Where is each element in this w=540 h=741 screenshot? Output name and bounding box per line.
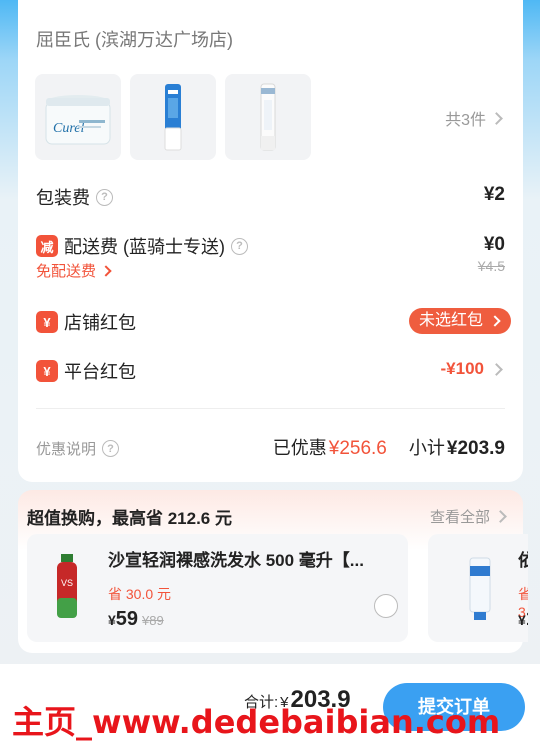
subtotal-value: ¥203.9 bbox=[446, 438, 505, 459]
subtotal-label: 小计 bbox=[408, 438, 445, 458]
deal-select-radio[interactable] bbox=[374, 594, 398, 618]
deal-saving: 省 30.0 元 bbox=[108, 586, 172, 602]
help-icon: ? bbox=[102, 440, 120, 457]
platform-coupon-value: -¥100 bbox=[440, 359, 484, 378]
select-store-coupon-label: 未选红包 bbox=[418, 312, 483, 329]
deal-price: ¥59 ¥89 bbox=[108, 608, 164, 631]
deal-product-name: 沙宣轻润裸感洗发水 500 毫升【... bbox=[108, 551, 364, 570]
order-card: 屈臣氏 (滨湖万达广场店) Curel 共3件 包装费 ? ¥2 减 配送费 (… bbox=[18, 0, 523, 482]
promo-note[interactable]: 优惠说明 ? bbox=[36, 438, 120, 459]
product-image-uriage-cream bbox=[469, 557, 491, 620]
platform-coupon-value-link[interactable]: -¥100 bbox=[440, 359, 503, 379]
product-thumb-curel[interactable]: Curel bbox=[35, 74, 121, 160]
delivery-original-price: ¥4.5 bbox=[477, 258, 505, 274]
platform-coupon-row[interactable]: ¥ 平台红包 bbox=[36, 358, 136, 384]
chevron-right-icon bbox=[490, 362, 503, 376]
delivery-fee-value: ¥0 bbox=[483, 234, 505, 255]
chevron-right-icon bbox=[490, 111, 503, 125]
store-name[interactable]: 屈臣氏 (滨湖万达广场店) bbox=[36, 26, 233, 52]
platform-coupon-label: 平台红包 bbox=[64, 362, 136, 382]
order-summary: 已优惠 ¥256.6 小计 ¥203.9 bbox=[273, 434, 505, 460]
product-count[interactable]: 共3件 bbox=[445, 106, 503, 130]
see-all-label: 查看全部 bbox=[429, 509, 490, 526]
discounted-value: ¥256.6 bbox=[328, 438, 387, 459]
delivery-fee-row: 减 配送费 (蓝骑士专送) ? bbox=[36, 233, 248, 259]
free-delivery-link[interactable]: 免配送费 bbox=[36, 260, 112, 281]
deal-price-currency: ¥ bbox=[518, 612, 526, 628]
free-delivery-label: 免配送费 bbox=[36, 263, 97, 280]
store-coupon-label: 店铺红包 bbox=[64, 313, 136, 333]
chevron-right-icon bbox=[494, 510, 507, 523]
help-icon[interactable]: ? bbox=[231, 237, 248, 255]
product-thumb-uriage[interactable] bbox=[225, 74, 311, 160]
svg-text:VS: VS bbox=[61, 578, 73, 588]
delivery-fee-label: 配送费 (蓝骑士专送) bbox=[64, 237, 225, 257]
promo-note-label: 优惠说明 bbox=[36, 441, 97, 458]
help-icon[interactable]: ? bbox=[96, 188, 113, 206]
product-thumb-lip-balm[interactable] bbox=[130, 74, 216, 160]
watermark-text: 主页_www.dedebaibian.com bbox=[12, 703, 501, 741]
svg-text:Curel: Curel bbox=[53, 121, 84, 136]
discounted-label: 已优惠 bbox=[272, 438, 327, 458]
deal-price: ¥19 bbox=[518, 608, 528, 631]
upgrade-deals-card: 超值换购，最高省 212.6 元 查看全部 VS 沙宣轻润裸感洗发水 500 毫… bbox=[18, 490, 528, 653]
deal-item[interactable]: 依泉 省 3 ¥19 bbox=[428, 534, 528, 642]
see-all-link[interactable]: 查看全部 bbox=[429, 506, 507, 527]
deal-price-value: 19 bbox=[526, 608, 528, 630]
store-coupon-row[interactable]: ¥ 店铺红包 bbox=[36, 309, 136, 335]
packaging-fee-value: ¥2 bbox=[483, 184, 505, 205]
deal-price-currency: ¥ bbox=[108, 612, 116, 628]
coupon-yen-icon: ¥ bbox=[36, 311, 58, 333]
chevron-right-icon bbox=[100, 264, 112, 277]
discount-tag-icon: 减 bbox=[36, 235, 58, 257]
deal-price-value: 59 bbox=[115, 608, 139, 630]
divider bbox=[36, 408, 505, 409]
deal-item[interactable]: VS 沙宣轻润裸感洗发水 500 毫升【... 省 30.0 元 ¥59 ¥89 bbox=[27, 534, 408, 642]
chevron-right-icon bbox=[489, 315, 501, 327]
packaging-fee-row: 包装费 ? bbox=[36, 184, 113, 210]
packaging-fee-label: 包装费 bbox=[36, 188, 90, 208]
product-count-label: 共3件 bbox=[445, 112, 486, 129]
product-image-shampoo: VS bbox=[57, 554, 77, 618]
deals-title: 超值换购，最高省 212.6 元 bbox=[27, 509, 232, 528]
coupon-yen-icon: ¥ bbox=[36, 360, 58, 382]
deal-old-price: ¥89 bbox=[142, 613, 164, 628]
select-store-coupon-button[interactable]: 未选红包 bbox=[408, 308, 511, 334]
deal-product-name: 依泉 bbox=[518, 551, 528, 570]
